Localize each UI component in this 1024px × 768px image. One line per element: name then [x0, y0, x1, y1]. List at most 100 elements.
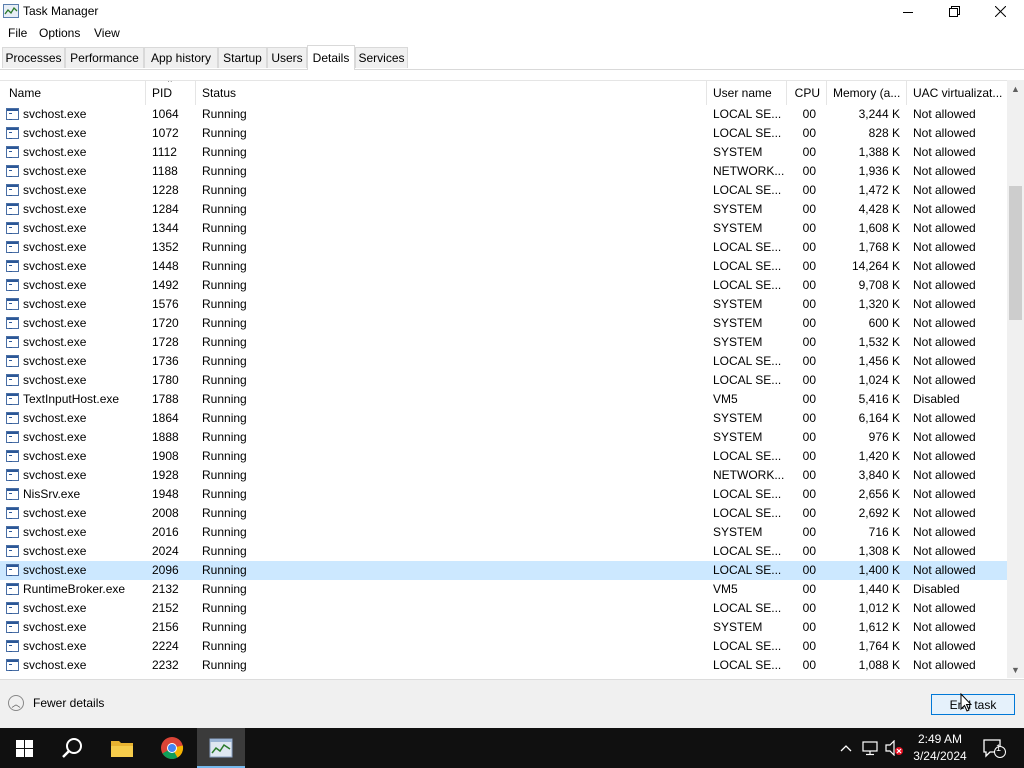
- table-row[interactable]: svchost.exe 1736 Running LOCAL SE... 00 1,456…: [0, 352, 1007, 371]
- cell-user: SYSTEM: [713, 430, 763, 444]
- table-row[interactable]: svchost.exe 1072 Running LOCAL SE... 00 828 K…: [0, 124, 1007, 143]
- table-row[interactable]: svchost.exe 2096 Running LOCAL SE... 00 1,400…: [0, 561, 1007, 580]
- cell-status: Running: [202, 183, 247, 197]
- column-header-uac[interactable]: UAC virtualizat...: [907, 81, 1007, 105]
- column-header-name-label: Name: [9, 86, 42, 100]
- table-row[interactable]: svchost.exe 1344 Running SYSTEM 00 1,608 K Not…: [0, 219, 1007, 238]
- window-title: Task Manager: [23, 4, 99, 18]
- cell-uac: Not allowed: [913, 620, 976, 634]
- table-row[interactable]: svchost.exe 1720 Running SYSTEM 00 600 K Not a…: [0, 314, 1007, 333]
- menu-file[interactable]: File: [8, 26, 27, 40]
- search-button[interactable]: [48, 728, 96, 768]
- cell-user: LOCAL SE...: [713, 487, 782, 501]
- process-icon: [6, 127, 19, 139]
- vertical-scrollbar[interactable]: ▲ ▼: [1007, 80, 1024, 678]
- cell-uac: Not allowed: [913, 221, 976, 235]
- table-row[interactable]: svchost.exe 1728 Running SYSTEM 00 1,532 K Not…: [0, 333, 1007, 352]
- cell-name: svchost.exe: [23, 221, 87, 235]
- table-row[interactable]: svchost.exe 1864 Running SYSTEM 00 6,164 K Not…: [0, 409, 1007, 428]
- cell-user: NETWORK...: [713, 468, 785, 482]
- fewer-details-button[interactable]: ︿ Fewer details: [8, 695, 104, 711]
- column-header-user[interactable]: User name: [707, 81, 787, 105]
- volume-tray-button[interactable]: [884, 738, 904, 758]
- table-row[interactable]: svchost.exe 1780 Running LOCAL SE... 00 1,024…: [0, 371, 1007, 390]
- menu-options[interactable]: Options: [39, 26, 80, 40]
- cell-pid: 1576: [152, 297, 179, 311]
- table-row[interactable]: NisSrv.exe 1948 Running LOCAL SE... 00 2,656 …: [0, 485, 1007, 504]
- cell-cpu: 00: [802, 164, 816, 178]
- table-row[interactable]: svchost.exe 1888 Running SYSTEM 00 976 K Not a…: [0, 428, 1007, 447]
- cell-uac: Not allowed: [913, 563, 976, 577]
- column-header-memory[interactable]: Memory (a...: [827, 81, 907, 105]
- cell-memory: 4,428 K: [858, 202, 900, 216]
- action-center-button[interactable]: 1: [981, 738, 1007, 758]
- tab-details[interactable]: Details: [307, 45, 355, 70]
- taskbar-clock[interactable]: 2:49 AM 3/24/2024: [904, 731, 976, 765]
- cell-name: svchost.exe: [23, 202, 87, 216]
- cell-name: svchost.exe: [23, 411, 87, 425]
- taskbar-file-explorer[interactable]: [98, 728, 146, 768]
- cell-cpu: 00: [802, 601, 816, 615]
- cell-uac: Not allowed: [913, 525, 976, 539]
- table-row[interactable]: svchost.exe 2016 Running SYSTEM 00 716 K Not a…: [0, 523, 1007, 542]
- maximize-icon: [948, 6, 960, 17]
- table-row[interactable]: svchost.exe 1188 Running NETWORK... 00 1,936 …: [0, 162, 1007, 181]
- table-row[interactable]: svchost.exe 2224 Running LOCAL SE... 00 1,764…: [0, 637, 1007, 656]
- table-row[interactable]: svchost.exe 1228 Running LOCAL SE... 00 1,472…: [0, 181, 1007, 200]
- table-row[interactable]: svchost.exe 1352 Running LOCAL SE... 00 1,768…: [0, 238, 1007, 257]
- start-button[interactable]: [0, 728, 48, 768]
- cell-name: svchost.exe: [23, 316, 87, 330]
- table-row[interactable]: svchost.exe 2156 Running SYSTEM 00 1,612 K Not…: [0, 618, 1007, 637]
- tab-startup[interactable]: Startup: [218, 47, 267, 68]
- tab-app-history[interactable]: App history: [144, 47, 218, 68]
- scroll-down-icon[interactable]: ▼: [1007, 661, 1024, 678]
- cell-memory: 1,612 K: [858, 620, 900, 634]
- cell-pid: 1344: [152, 221, 179, 235]
- cell-uac: Not allowed: [913, 544, 976, 558]
- close-button[interactable]: [977, 0, 1023, 23]
- end-task-button[interactable]: End task: [931, 694, 1015, 715]
- chevron-up-circle-icon: ︿: [8, 695, 24, 711]
- scroll-thumb[interactable]: [1009, 186, 1022, 320]
- tab-users[interactable]: Users: [267, 47, 307, 68]
- cell-pid: 2224: [152, 639, 179, 653]
- cell-user: LOCAL SE...: [713, 373, 782, 387]
- taskbar-chrome[interactable]: [148, 728, 196, 768]
- table-row[interactable]: RuntimeBroker.exe 2132 Running VM5 00 1,440 K…: [0, 580, 1007, 599]
- table-row[interactable]: svchost.exe 1284 Running SYSTEM 00 4,428 K Not…: [0, 200, 1007, 219]
- table-row[interactable]: TextInputHost.exe 1788 Running VM5 00 5,416 K…: [0, 390, 1007, 409]
- table-row[interactable]: svchost.exe 1576 Running SYSTEM 00 1,320 K Not…: [0, 295, 1007, 314]
- tab-processes[interactable]: Processes: [2, 47, 65, 68]
- cell-user: LOCAL SE...: [713, 506, 782, 520]
- table-row[interactable]: svchost.exe 2232 Running LOCAL SE... 00 1,088…: [0, 656, 1007, 675]
- column-header-status[interactable]: Status: [196, 81, 707, 105]
- cell-status: Running: [202, 430, 247, 444]
- process-icon: [6, 184, 19, 196]
- restore-button[interactable]: [931, 0, 977, 23]
- table-row[interactable]: svchost.exe 1064 Running LOCAL SE... 00 3,244…: [0, 105, 1007, 124]
- cell-pid: 1448: [152, 259, 179, 273]
- menu-view[interactable]: View: [94, 26, 120, 40]
- show-hidden-icons-button[interactable]: [838, 738, 854, 758]
- scroll-up-icon[interactable]: ▲: [1007, 80, 1024, 97]
- minimize-button[interactable]: [885, 0, 931, 23]
- tab-services[interactable]: Services: [355, 47, 408, 68]
- table-row[interactable]: svchost.exe 1908 Running LOCAL SE... 00 1,420…: [0, 447, 1007, 466]
- table-row[interactable]: svchost.exe 1928 Running NETWORK... 00 3,840 …: [0, 466, 1007, 485]
- table-row[interactable]: svchost.exe 2008 Running LOCAL SE... 00 2,692…: [0, 504, 1007, 523]
- network-tray-button[interactable]: [861, 738, 881, 758]
- cell-user: LOCAL SE...: [713, 126, 782, 140]
- table-row[interactable]: svchost.exe 1112 Running SYSTEM 00 1,388 K Not…: [0, 143, 1007, 162]
- tab-performance[interactable]: Performance: [65, 47, 144, 68]
- table-row[interactable]: svchost.exe 2024 Running LOCAL SE... 00 1,308…: [0, 542, 1007, 561]
- taskbar-task-manager[interactable]: [197, 728, 245, 768]
- cell-cpu: 00: [802, 525, 816, 539]
- table-row[interactable]: svchost.exe 1492 Running LOCAL SE... 00 9,708…: [0, 276, 1007, 295]
- cell-user: LOCAL SE...: [713, 449, 782, 463]
- menu-bar: File Options View: [0, 23, 1024, 43]
- column-header-name[interactable]: Name: [3, 81, 146, 105]
- table-row[interactable]: svchost.exe 2152 Running LOCAL SE... 00 1,012…: [0, 599, 1007, 618]
- column-header-cpu[interactable]: CPU: [787, 81, 827, 105]
- table-row[interactable]: svchost.exe 1448 Running LOCAL SE... 00 14,26…: [0, 257, 1007, 276]
- cell-pid: 1736: [152, 354, 179, 368]
